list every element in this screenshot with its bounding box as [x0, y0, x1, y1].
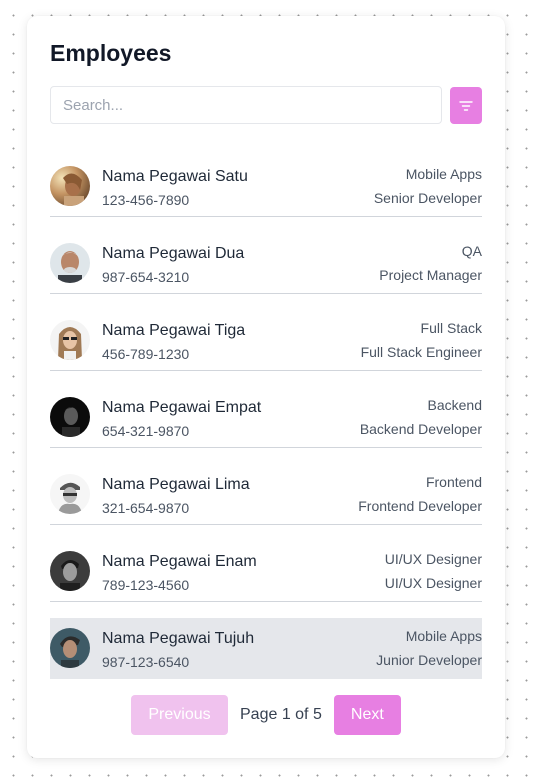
- employee-department: QA: [461, 243, 482, 259]
- employee-name: Nama Pegawai Dua: [102, 245, 245, 262]
- employee-name: Nama Pegawai Tujuh: [102, 630, 255, 647]
- avatar: [50, 628, 90, 668]
- employee-role: Full Stack Engineer: [360, 344, 482, 360]
- employee-role: Junior Developer: [376, 652, 482, 668]
- page-indicator: Page 1 of 5: [240, 706, 322, 723]
- employee-department: Backend: [427, 397, 482, 413]
- employee-department: Mobile Apps: [405, 628, 482, 644]
- employee-row[interactable]: Nama Pegawai Lima 321-654-9870 Frontend …: [50, 464, 482, 541]
- avatar: [50, 551, 90, 591]
- avatar: [50, 243, 90, 283]
- next-button[interactable]: Next: [333, 695, 401, 735]
- employee-department: Frontend: [425, 474, 482, 490]
- employee-row[interactable]: Nama Pegawai Enam 789-123-4560 UI/UX Des…: [50, 541, 482, 618]
- page-title: Employees: [50, 40, 172, 66]
- employee-phone: 654-321-9870: [102, 423, 190, 439]
- employee-phone: 987-123-6540: [102, 654, 190, 670]
- employee-row[interactable]: Nama Pegawai Satu 123-456-7890 Mobile Ap…: [50, 156, 482, 233]
- employee-role: UI/UX Designer: [384, 575, 482, 591]
- filter-icon: [459, 100, 473, 111]
- employee-role: Backend Developer: [359, 421, 482, 437]
- employee-department: UI/UX Designer: [384, 551, 482, 567]
- employee-role: Frontend Developer: [358, 498, 482, 514]
- employee-list: Nama Pegawai Satu 123-456-7890 Mobile Ap…: [50, 156, 482, 695]
- search-bar: [50, 86, 482, 124]
- pagination: Previous Page 1 of 5 Next: [131, 695, 401, 735]
- avatar: [50, 397, 90, 437]
- search-input[interactable]: [50, 86, 442, 124]
- employee-department: Full Stack: [420, 320, 482, 336]
- employees-card: Employees Search... Nama Pegawai Satu 12…: [27, 16, 505, 758]
- employee-row[interactable]: Nama Pegawai Tiga 456-789-1230 Full Stac…: [50, 310, 482, 387]
- employee-name: Nama Pegawai Empat: [102, 399, 262, 416]
- avatar: [50, 166, 90, 206]
- employee-row-selected[interactable]: Nama Pegawai Tujuh 987-123-6540 Mobile A…: [50, 618, 482, 695]
- employee-name: Nama Pegawai Lima: [102, 476, 250, 493]
- employee-phone: 123-456-7890: [102, 192, 190, 208]
- employee-row[interactable]: Nama Pegawai Dua 987-654-3210 QA Project…: [50, 233, 482, 310]
- employee-role: Project Manager: [379, 267, 482, 283]
- avatar: [50, 474, 90, 514]
- employee-phone: 987-654-3210: [102, 269, 190, 285]
- previous-button[interactable]: Previous: [131, 695, 228, 735]
- employee-row[interactable]: Nama Pegawai Empat 654-321-9870 Backend …: [50, 387, 482, 464]
- employee-department: Mobile Apps: [405, 166, 482, 182]
- employee-role: Senior Developer: [373, 190, 482, 206]
- avatar: [50, 320, 90, 360]
- employee-phone: 321-654-9870: [102, 500, 190, 516]
- employee-phone: 456-789-1230: [102, 346, 190, 362]
- employee-phone: 789-123-4560: [102, 577, 190, 593]
- employee-name: Nama Pegawai Enam: [102, 553, 257, 570]
- employee-name: Nama Pegawai Tiga: [102, 322, 246, 339]
- filter-button[interactable]: [450, 87, 482, 124]
- employee-name: Nama Pegawai Satu: [102, 168, 248, 185]
